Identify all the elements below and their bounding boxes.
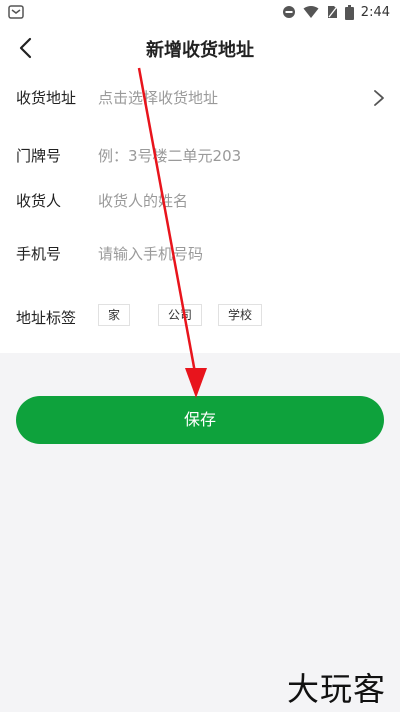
tag-company[interactable]: 公司 bbox=[158, 304, 203, 326]
door-number-input[interactable]: 例：3号楼二单元203 bbox=[98, 145, 241, 166]
door-number-row: 门牌号 例：3号楼二单元203 bbox=[0, 136, 400, 176]
notification-icon bbox=[8, 5, 24, 19]
page-title: 新增收货地址 bbox=[146, 40, 254, 61]
status-time: 2:44 bbox=[360, 4, 390, 20]
recipient-input[interactable]: 收货人的姓名 bbox=[98, 190, 188, 211]
phone-label: 手机号 bbox=[16, 245, 62, 263]
phone-row: 手机号 请输入手机号码 bbox=[0, 234, 400, 274]
wifi-icon bbox=[303, 6, 319, 18]
status-icons: 2:44 bbox=[282, 3, 390, 21]
save-button[interactable]: 保存 bbox=[16, 396, 384, 444]
dnd-icon bbox=[282, 6, 295, 18]
door-number-label: 门牌号 bbox=[16, 147, 62, 165]
status-bar: 2:44 bbox=[0, 0, 400, 24]
watermark: 大玩客 bbox=[286, 670, 386, 708]
recipient-label: 收货人 bbox=[16, 192, 62, 210]
no-sim-icon bbox=[327, 6, 337, 18]
chevron-right-icon bbox=[374, 90, 384, 106]
tag-home[interactable]: 家 bbox=[98, 304, 131, 326]
tags-row: 地址标签 家 公司 学校 bbox=[0, 298, 400, 338]
battery-icon bbox=[344, 4, 354, 20]
tag-school[interactable]: 学校 bbox=[218, 304, 263, 326]
tags-label: 地址标签 bbox=[16, 309, 77, 327]
address-select[interactable]: 点击选择收货地址 bbox=[98, 87, 218, 108]
address-row[interactable]: 收货地址 点击选择收货地址 bbox=[0, 78, 400, 118]
recipient-row: 收货人 收货人的姓名 bbox=[0, 181, 400, 221]
address-label: 收货地址 bbox=[16, 89, 77, 107]
phone-input[interactable]: 请输入手机号码 bbox=[98, 243, 203, 264]
address-form: 收货地址 点击选择收货地址 门牌号 例：3号楼二单元203 收货人 收货人的姓名… bbox=[0, 70, 400, 353]
nav-bar: 新增收货地址 bbox=[0, 24, 400, 70]
